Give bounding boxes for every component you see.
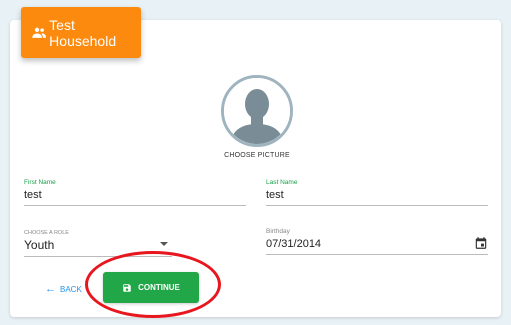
household-title: Test Household <box>49 16 117 49</box>
birthday-field[interactable]: Birthday 07/31/2014 <box>266 228 488 255</box>
back-button[interactable]: ← BACK <box>45 283 82 295</box>
group-icon <box>32 27 46 38</box>
continue-button[interactable]: CONTINUE <box>103 272 199 303</box>
last-name-underline <box>266 205 488 206</box>
save-icon <box>123 283 131 292</box>
avatar-picture[interactable] <box>221 75 293 147</box>
birthday-value[interactable]: 07/31/2014 <box>266 238 321 250</box>
calendar-icon[interactable] <box>474 236 488 250</box>
form-card <box>10 20 501 317</box>
first-name-value[interactable]: test <box>24 189 246 201</box>
first-name-field[interactable]: First Name test <box>24 179 246 206</box>
first-name-label: First Name <box>24 179 56 186</box>
birthday-label: Birthday <box>266 228 290 235</box>
role-select[interactable]: CHOOSE A ROLE Youth <box>24 230 172 257</box>
continue-label: CONTINUE <box>138 283 180 292</box>
last-name-field[interactable]: Last Name test <box>266 179 488 206</box>
household-header: Test Household <box>21 7 141 58</box>
birthday-underline <box>266 254 488 255</box>
arrow-left-icon: ← <box>45 283 56 295</box>
person-silhouette-icon <box>224 78 290 144</box>
role-value: Youth <box>24 238 55 252</box>
last-name-value[interactable]: test <box>266 189 488 201</box>
back-label: BACK <box>60 284 82 294</box>
choose-picture-link[interactable]: CHOOSE PICTURE <box>190 152 324 159</box>
role-underline <box>24 256 172 257</box>
chevron-down-icon[interactable] <box>160 242 168 246</box>
first-name-underline <box>24 205 246 206</box>
last-name-label: Last Name <box>266 179 298 186</box>
